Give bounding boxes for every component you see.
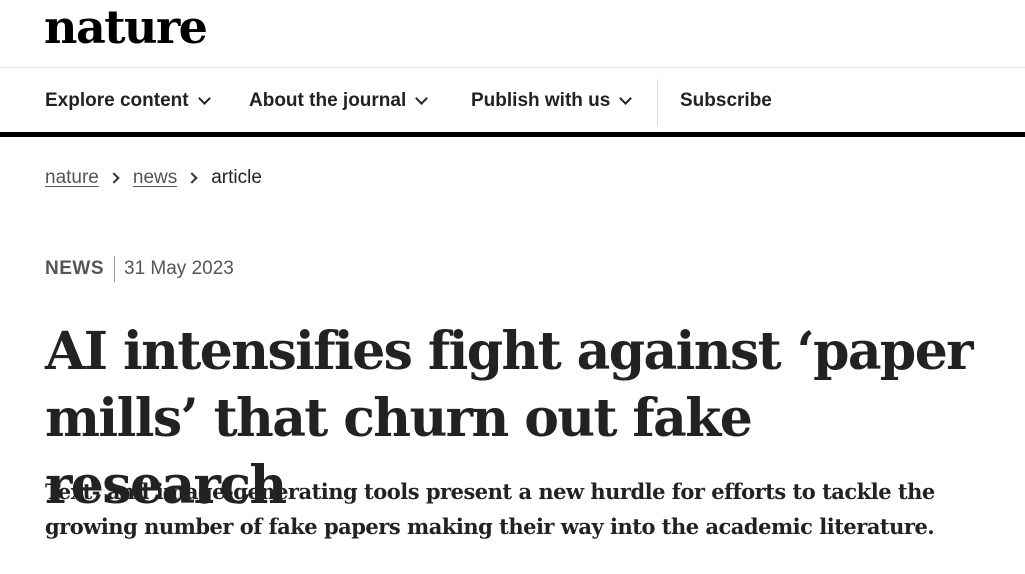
chevron-down-icon	[415, 91, 429, 105]
site-header: nature	[0, 0, 1025, 68]
nav-explore-content-label: Explore content	[45, 89, 189, 111]
nav-publish-with-us-label: Publish with us	[471, 89, 611, 111]
nav-about-journal[interactable]: About the journal	[249, 69, 429, 132]
publish-date: 31 May 2023	[124, 258, 234, 279]
chevron-right-icon	[186, 172, 198, 184]
chevron-right-icon	[108, 172, 120, 184]
chevron-down-icon	[619, 91, 633, 105]
main-nav: Explore content About the journal Publis…	[0, 69, 1025, 137]
breadcrumb: nature news article	[45, 167, 262, 189]
article-type: NEWS	[45, 258, 104, 279]
chevron-down-icon	[197, 91, 211, 105]
article-meta: NEWS 31 May 2023	[45, 256, 234, 282]
breadcrumb-current: article	[211, 167, 262, 188]
nav-publish-with-us[interactable]: Publish with us	[471, 69, 633, 132]
nav-divider	[657, 79, 658, 126]
nature-logo[interactable]: nature	[44, 4, 208, 50]
subscribe-link[interactable]: Subscribe	[680, 69, 772, 132]
breadcrumb-nature[interactable]: nature	[45, 167, 99, 189]
article-standfirst: Text- and image-generating tools present…	[45, 479, 935, 539]
breadcrumb-news[interactable]: news	[133, 167, 177, 189]
meta-divider	[114, 256, 115, 282]
nav-about-journal-label: About the journal	[249, 89, 407, 111]
nav-explore-content[interactable]: Explore content	[45, 69, 211, 132]
